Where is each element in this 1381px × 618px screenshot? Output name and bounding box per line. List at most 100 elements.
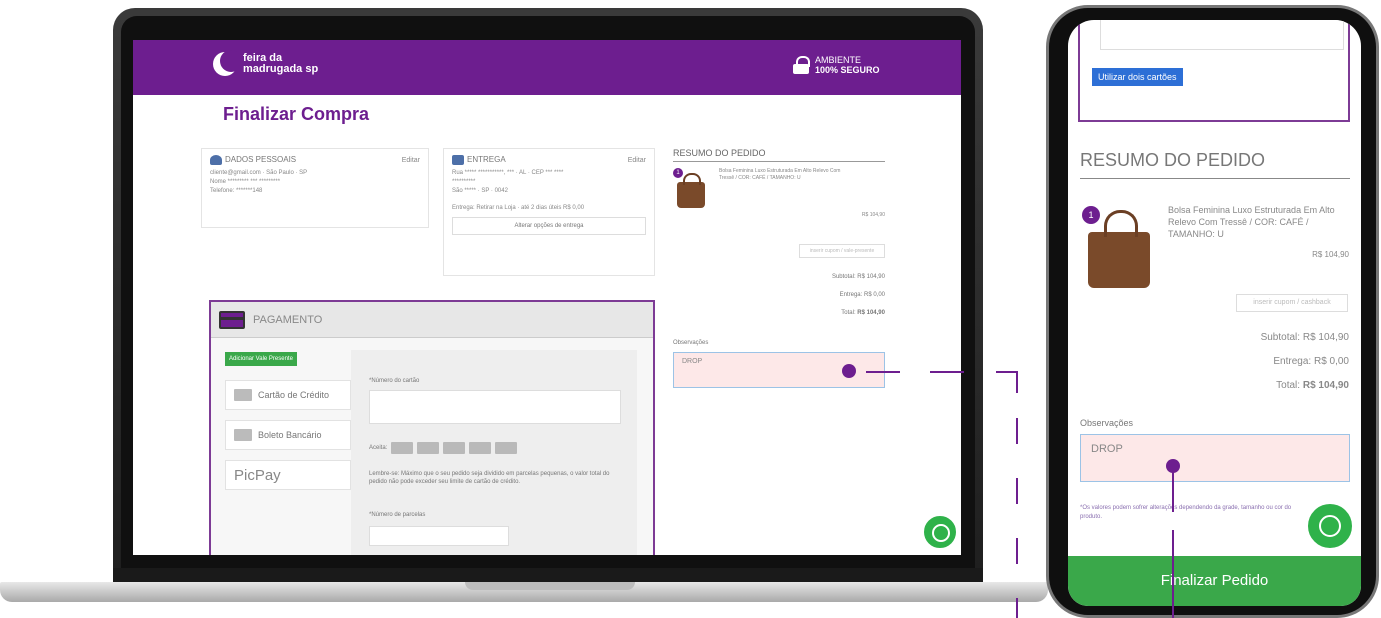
secure-line-1: AMBIENTE <box>815 55 862 65</box>
observacoes-input[interactable]: DROP <box>1080 434 1350 482</box>
vale-presente-button[interactable]: Adicionar Vale Presente <box>225 352 297 366</box>
entrega-label: Entrega: <box>1273 356 1312 367</box>
callout-line <box>866 371 900 373</box>
callout-line <box>1016 418 1018 444</box>
callout-line <box>1016 371 1018 393</box>
subtotal-line: Subtotal: R$ 104,90 <box>832 274 885 280</box>
whatsapp-button[interactable] <box>922 514 958 550</box>
secure-line-2: 100% SEGURO <box>815 65 880 75</box>
callout-line <box>1172 530 1174 618</box>
total-label: Total: <box>1276 380 1301 391</box>
payment-box-bottom: Utilizar dois cartões <box>1078 20 1350 122</box>
entrega-line-2: ********** <box>452 179 476 185</box>
callout-dot <box>1166 459 1180 473</box>
installments-select[interactable] <box>369 526 509 546</box>
credit-card-icon <box>234 389 252 401</box>
dados-pessoais-title: DADOS PESSOAIS <box>225 155 297 165</box>
pagamento-title: PAGAMENTO <box>253 313 323 326</box>
callout-line <box>1172 472 1174 512</box>
product-price: R$ 104,90 <box>861 212 885 218</box>
edit-dados-button[interactable]: Editar <box>402 157 420 164</box>
option-label: Boleto Bancário <box>258 430 322 440</box>
divider <box>1080 178 1350 179</box>
alterar-entrega-button[interactable]: Alterar opções de entrega <box>452 217 646 235</box>
resumo-title: RESUMO DO PEDIDO <box>1080 150 1266 170</box>
card-input[interactable] <box>1100 20 1344 50</box>
observacoes-label: Observações <box>673 340 709 346</box>
moon-logo-icon <box>213 50 242 76</box>
installments-label: *Número de parcelas <box>369 512 426 518</box>
callout-line <box>1016 598 1018 618</box>
total-value: R$ 104,90 <box>1302 380 1349 391</box>
laptop-notch <box>465 582 635 590</box>
total-value: R$ 104,90 <box>857 310 885 316</box>
product-image <box>1088 210 1150 288</box>
entrega-value: R$ 0,00 <box>863 292 885 298</box>
entrega-line-3: São ***** · SP · 0042 <box>452 188 508 194</box>
brand-icon <box>391 442 414 454</box>
subtotal-line: Subtotal: R$ 104,90 <box>1261 332 1349 343</box>
callout-line <box>996 371 1018 373</box>
brands-label: Aceita: <box>369 445 388 451</box>
entrega-card: ENTREGA Editar Rua ***** ***********, **… <box>443 148 655 276</box>
entrega-title: ENTREGA <box>467 155 506 165</box>
card-number-label: *Número do cartão <box>369 378 420 384</box>
entrega-value: R$ 0,00 <box>1313 356 1349 367</box>
edit-entrega-button[interactable]: Editar <box>628 157 646 164</box>
product-price: R$ 104,90 <box>1312 250 1349 259</box>
header-bar: feira da madrugada sp AMBIENTE 100% SEGU… <box>133 40 961 95</box>
qty-badge: 1 <box>673 168 683 178</box>
laptop-screen: feira da madrugada sp AMBIENTE 100% SEGU… <box>133 40 961 555</box>
callout-line <box>1016 478 1018 504</box>
coupon-input[interactable]: inserir cupom / cashback <box>1236 294 1348 312</box>
truck-icon <box>452 155 464 165</box>
product-name: Bolsa Feminina Luxo Estruturada Em Alto … <box>1168 205 1335 239</box>
resumo-title: RESUMO DO PEDIDO <box>673 148 885 162</box>
option-boleto[interactable]: Boleto Bancário <box>225 420 351 450</box>
callout-line <box>1016 538 1018 564</box>
option-label: Cartão de Crédito <box>258 390 330 400</box>
dados-line-1: cliente@gmail.com · São Paulo · SP <box>210 170 308 176</box>
entrega-line: Entrega: R$ 0,00 <box>840 292 885 298</box>
dados-line-2: Nome ********* *** ********* <box>210 179 281 185</box>
resumo-pedido: RESUMO DO PEDIDO 1 Bolsa Feminina Luxo E… <box>673 148 885 316</box>
dados-line-3: Telefone: *******148 <box>210 188 263 194</box>
card-form: *Número do cartão Aceita: Lembre-se: Máx… <box>351 350 637 555</box>
pagamento-panel: PAGAMENTO Adicionar Vale Presente Cartão… <box>209 300 655 555</box>
total-label: Total: <box>841 310 856 316</box>
subtotal-value: R$ 104,90 <box>857 274 885 280</box>
entrega-line-1: Rua ***** ***********, *** · AL · CEP **… <box>452 170 564 176</box>
whatsapp-icon <box>1319 515 1341 537</box>
credit-card-icon <box>219 310 245 329</box>
callout-dot <box>842 364 856 378</box>
site-logo[interactable]: feira da madrugada sp <box>213 50 318 76</box>
qty-badge: 1 <box>1082 206 1100 224</box>
brand-icon <box>469 442 492 454</box>
entrega-line: Entrega: R$ 0,00 <box>1273 356 1349 367</box>
observacoes-label: Observações <box>1080 418 1134 428</box>
two-cards-button[interactable]: Utilizar dois cartões <box>1092 68 1183 86</box>
price-note: *Os valores podem sofrer alterações depe… <box>1080 505 1292 520</box>
whatsapp-icon <box>932 524 950 542</box>
brand-icon <box>443 442 466 454</box>
secure-badge: AMBIENTE 100% SEGURO <box>793 55 880 75</box>
card-number-input[interactable] <box>369 390 621 424</box>
option-picpay[interactable]: PicPay <box>225 460 351 490</box>
product-image <box>677 173 705 208</box>
person-icon <box>210 155 222 165</box>
finalizar-pedido-button[interactable]: Finalizar Pedido <box>1068 556 1361 606</box>
total-line: Total: R$ 104,90 <box>1276 380 1349 391</box>
dados-pessoais-card: DADOS PESSOAIS Editar cliente@gmail.com … <box>201 148 429 228</box>
callout-line <box>930 371 964 373</box>
coupon-input[interactable]: inserir cupom / vale-presente <box>799 244 885 258</box>
page-title: Finalizar Compra <box>223 104 370 124</box>
total-line: Total: R$ 104,90 <box>841 310 885 316</box>
option-cartao-credito[interactable]: Cartão de Crédito <box>225 380 351 410</box>
picpay-logo: PicPay <box>234 466 281 484</box>
lock-icon <box>793 56 810 74</box>
product-name: Bolsa Feminina Luxo Estruturada Em Alto … <box>719 168 841 181</box>
whatsapp-button[interactable] <box>1306 502 1354 550</box>
brand-icon <box>495 442 518 454</box>
brand-icon <box>417 442 440 454</box>
subtotal-label: Subtotal: <box>1260 332 1301 343</box>
